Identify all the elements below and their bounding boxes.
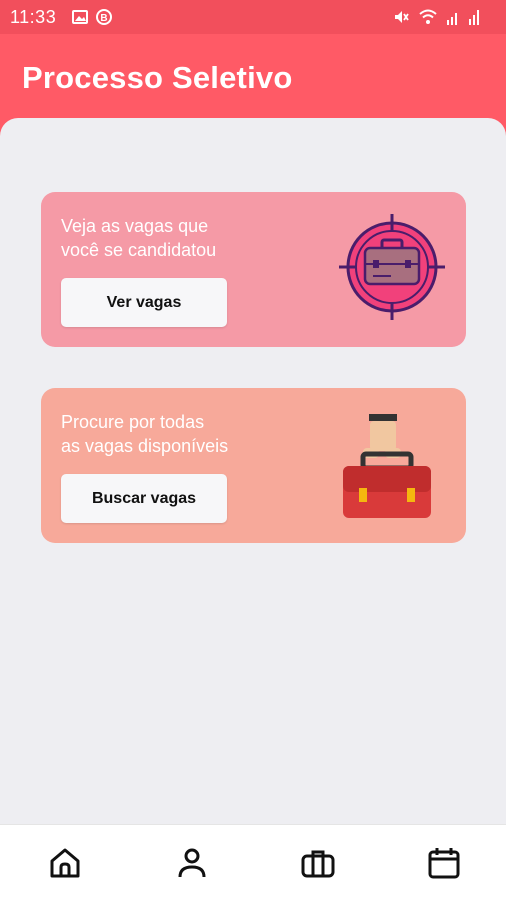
- bottom-nav: [0, 824, 506, 901]
- card-description: Veja as vagas que você se candidatou: [61, 214, 281, 262]
- wifi-icon: [419, 9, 437, 24]
- applied-jobs-card: Veja as vagas que você se candidatou Ver…: [41, 192, 466, 347]
- nav-home[interactable]: [47, 845, 83, 881]
- signal-icon: [447, 13, 457, 25]
- card-line-2: você se candidatou: [61, 240, 217, 260]
- calendar-icon: [428, 848, 460, 879]
- b-badge-icon: B: [96, 9, 112, 25]
- briefcase-icon: [301, 850, 335, 878]
- status-time: 11:33: [10, 7, 57, 27]
- ver-vagas-button[interactable]: Ver vagas: [61, 278, 227, 327]
- target-briefcase-icon: [339, 214, 445, 320]
- card-description: Procure por todas as vagas disponíveis: [61, 410, 281, 458]
- all-jobs-card: Procure por todas as vagas disponíveis B…: [41, 388, 466, 543]
- buscar-vagas-button[interactable]: Buscar vagas: [61, 474, 227, 523]
- person-icon: [178, 848, 206, 878]
- card-line-1: Procure por todas: [61, 412, 205, 432]
- status-bar: 11:33 B: [0, 0, 506, 34]
- image-icon: [72, 10, 88, 24]
- svg-text:B: B: [100, 13, 107, 24]
- nav-profile[interactable]: [174, 845, 210, 881]
- card-line-1: Veja as vagas que: [61, 216, 209, 236]
- signal-2-icon: [469, 10, 479, 25]
- mute-icon: [395, 11, 409, 23]
- nav-calendar[interactable]: [426, 845, 462, 881]
- card-line-2: as vagas disponíveis: [61, 436, 229, 456]
- page-title: Processo Seletivo: [22, 60, 293, 95]
- home-icon: [50, 848, 80, 878]
- status-left-icons: B: [72, 9, 112, 25]
- nav-jobs[interactable]: [300, 845, 336, 881]
- hand-briefcase-icon: [343, 414, 431, 518]
- status-right-icons: [392, 8, 482, 26]
